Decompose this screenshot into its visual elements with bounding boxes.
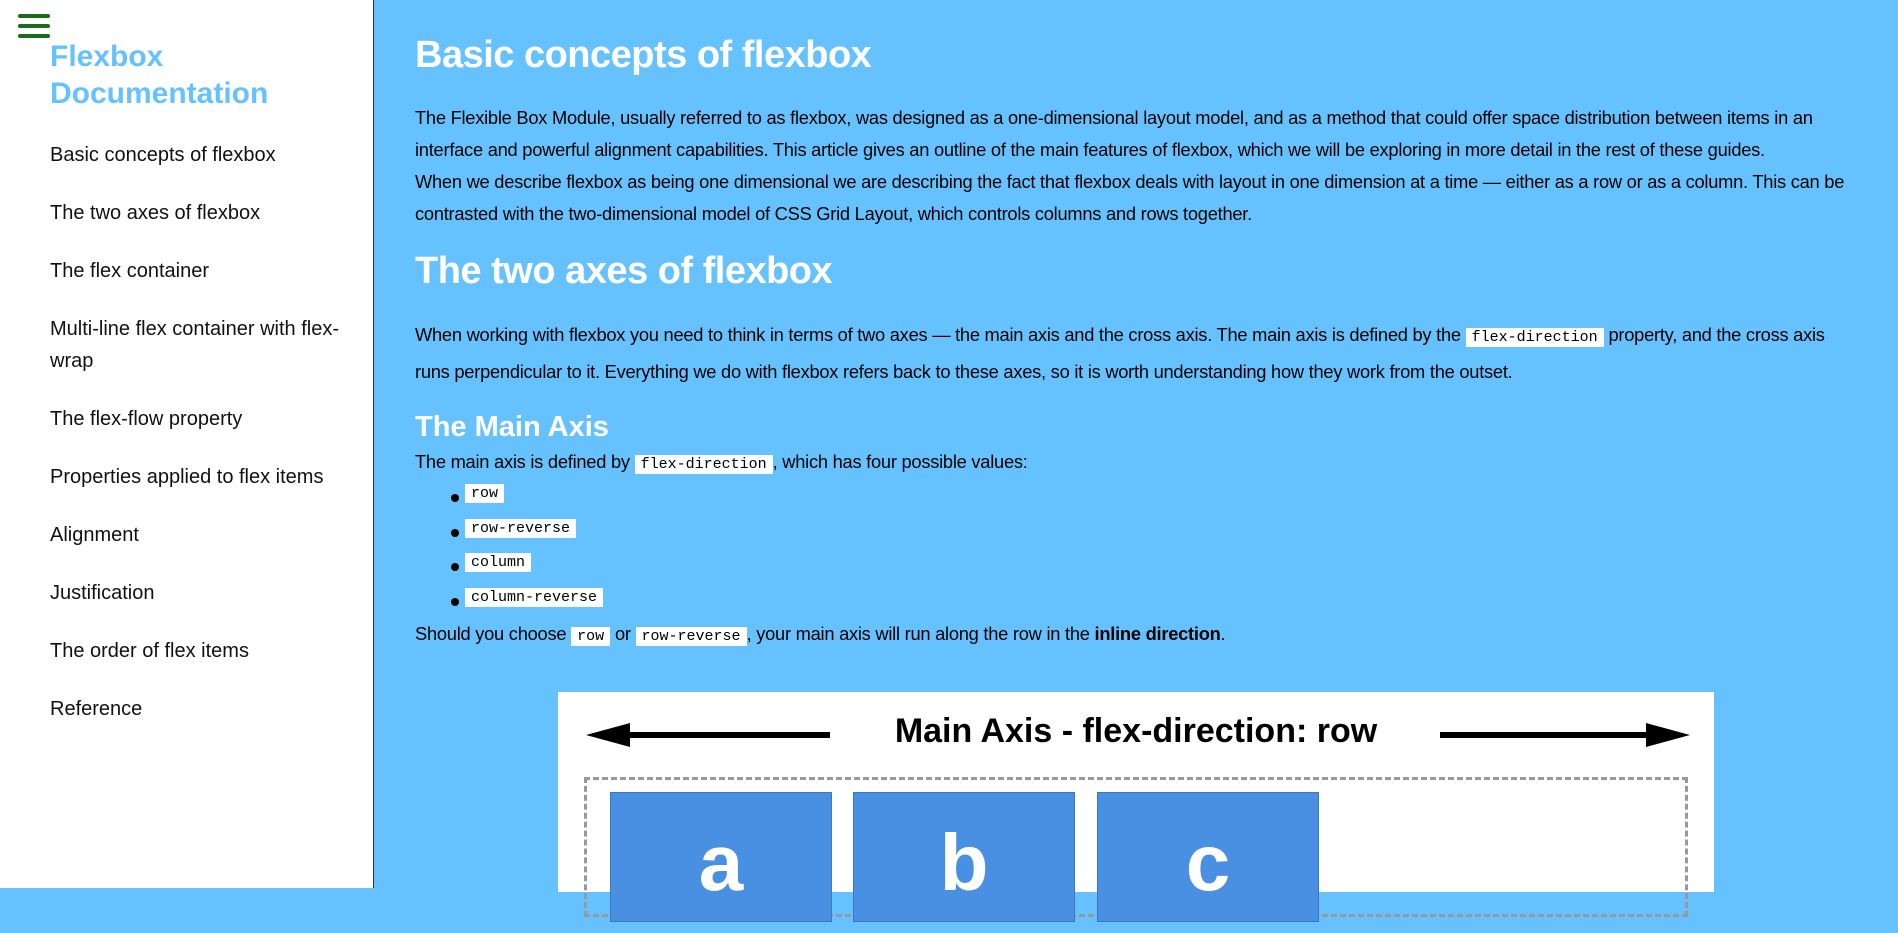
- row-choice-or: or: [610, 623, 636, 644]
- flex-direction-code: flex-direction: [1465, 328, 1604, 347]
- value-row-reverse-code: row-reverse: [465, 518, 577, 538]
- flex-direction-code-2: flex-direction: [634, 455, 773, 474]
- sidebar-nav: Basic concepts of flexbox The two axes o…: [50, 140, 340, 752]
- sidebar-item-multi-line[interactable]: Multi-line flex container with flex-wrap: [50, 314, 340, 377]
- sidebar-title[interactable]: Flexbox Documentation: [50, 38, 350, 112]
- list-item: column-reverse: [450, 587, 604, 623]
- axes-text-a: When working with flexbox you need to th…: [415, 324, 1466, 345]
- main-axis-diagram: Main Axis - flex-direction: row a b c: [558, 692, 1714, 922]
- axes-paragraph: When working with flexbox you need to th…: [415, 318, 1845, 389]
- sidebar-item-justification[interactable]: Justification: [50, 578, 340, 610]
- sidebar-item-two-axes[interactable]: The two axes of flexbox: [50, 198, 340, 230]
- heading-two-axes: The two axes of flexbox: [415, 250, 833, 292]
- right-arrow-icon: [1646, 723, 1690, 747]
- row-code: row: [571, 627, 611, 646]
- flex-direction-values-list: row row-reverse column column-reverse: [450, 484, 604, 623]
- heading-main-axis: The Main Axis: [415, 411, 609, 443]
- intro-paragraph: The Flexible Box Module, usually referre…: [415, 102, 1845, 230]
- sidebar-item-reference[interactable]: Reference: [50, 694, 340, 726]
- sidebar-item-properties-items[interactable]: Properties applied to flex items: [50, 462, 340, 494]
- main-axis-text-a: The main axis is defined by: [415, 451, 635, 472]
- flex-item-c: c: [1097, 792, 1319, 922]
- one-dimensional-text: When we describe flexbox as being one di…: [415, 171, 1845, 224]
- sidebar-item-basic-concepts[interactable]: Basic concepts of flexbox: [50, 140, 340, 172]
- row-choice-end: .: [1220, 623, 1226, 644]
- hamburger-menu-icon[interactable]: [18, 14, 50, 42]
- value-row-code: row: [465, 484, 505, 503]
- sidebar: Flexbox Documentation Basic concepts of …: [0, 0, 374, 888]
- main-axis-text-b: , which has four possible values:: [772, 451, 1028, 472]
- flex-item-a: a: [610, 792, 832, 922]
- list-item: column: [450, 553, 603, 588]
- row-choice-text-a: Should you choose: [415, 623, 572, 644]
- sidebar-item-order[interactable]: The order of flex items: [50, 636, 340, 668]
- main-axis-paragraph: The main axis is defined by flex-directi…: [415, 446, 1845, 481]
- right-arrow-line: [1440, 732, 1650, 738]
- value-column-reverse-code: column-reverse: [465, 587, 604, 607]
- intro-text: The Flexible Box Module, usually referre…: [415, 107, 1813, 160]
- list-item: row-reverse: [450, 518, 603, 554]
- inline-direction-bold: inline direction: [1094, 623, 1221, 644]
- flex-item-b: b: [853, 792, 1075, 922]
- row-reverse-code: row-reverse: [635, 627, 747, 646]
- row-choice-paragraph: Should you choose row or row-reverse, yo…: [415, 618, 1845, 653]
- sidebar-item-alignment[interactable]: Alignment: [50, 520, 340, 552]
- row-choice-text-b: , your main axis will run along the row …: [746, 623, 1095, 644]
- heading-basic-concepts: Basic concepts of flexbox: [415, 34, 872, 76]
- value-column-code: column: [465, 553, 532, 572]
- list-item: row: [450, 484, 603, 519]
- sidebar-item-flex-container[interactable]: The flex container: [50, 256, 340, 288]
- sidebar-item-flex-flow[interactable]: The flex-flow property: [50, 404, 340, 436]
